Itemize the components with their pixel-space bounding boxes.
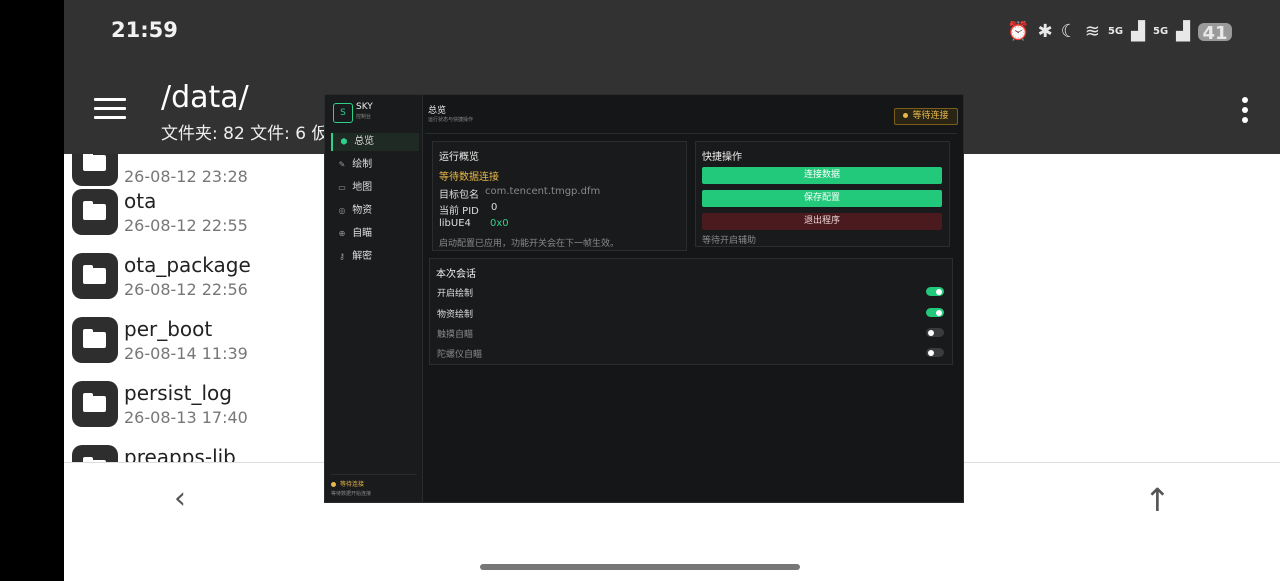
folder-icon	[72, 189, 118, 235]
file-date: 26-08-12 22:55	[124, 216, 248, 235]
toggle-label: 陀螺仪自瞄	[437, 350, 483, 360]
moon-icon: ☾	[1060, 21, 1077, 42]
file-name: preapps-lib	[124, 445, 236, 462]
folder-file-counts: 文件夹: 82 文件: 6 仮	[161, 124, 329, 144]
sidebar-item-label: 绘制	[352, 159, 373, 170]
file-date: 26-08-12 22:56	[124, 280, 248, 299]
wifi-icon: ≋	[1084, 21, 1100, 42]
alarm-icon: ⏰	[1007, 21, 1030, 42]
sidebar-item-label: 总览	[354, 136, 375, 147]
sidebar-status-text: 等待连接	[340, 481, 365, 488]
sidebar-item-aim[interactable]: ⊕ 自瞄	[331, 225, 417, 243]
pid-value: 0	[491, 202, 498, 213]
home-indicator[interactable]	[480, 564, 800, 570]
signal-1-icon: ▟	[1131, 21, 1145, 42]
back-arrow-icon[interactable]: ‹	[174, 481, 186, 516]
folder-icon	[72, 445, 118, 462]
sidebar-item-draw[interactable]: ✎ 绘制	[331, 156, 417, 174]
more-options-icon[interactable]	[1242, 97, 1248, 127]
session-title: 本次会话	[436, 269, 476, 280]
brand-name: SKY	[356, 102, 373, 112]
sidebar-item-label: 地图	[352, 182, 373, 193]
overlay-sidebar: S SKY 控制台 ⬢ 总览 ✎ 绘制 ▭ 地图 ◎ 物资 ⊕ 自瞄 ⚷ 解密 …	[325, 95, 423, 502]
file-date: 26-08-13 17:40	[124, 408, 248, 427]
status-bar: 21:59 ⏰ ✱ ☾ ≋ 5G ▟ 5G ▟ 41	[64, 0, 1280, 64]
ue4-label: libUE4	[439, 218, 471, 229]
touch-aim-toggle[interactable]	[926, 328, 944, 337]
page-title: 总览	[428, 106, 447, 116]
battery-icon: 41	[1198, 23, 1232, 44]
pkg-value: com.tencent.tmgp.dfm	[485, 186, 601, 197]
file-name: ota	[124, 189, 157, 213]
sidebar-item-label: 自瞄	[352, 228, 373, 239]
toggle-label: 物资绘制	[437, 310, 474, 320]
brush-icon: ✎	[338, 160, 346, 169]
status-time: 21:59	[111, 18, 178, 42]
session-card: 本次会话 开启绘制 物资绘制 触摸自瞄 陀螺仪自瞄	[429, 258, 953, 365]
items-draw-toggle[interactable]	[926, 308, 944, 317]
quick-note: 等待开启辅助	[702, 236, 757, 246]
file-name: persist_log	[124, 381, 232, 405]
overview-card: 运行概览 等待数据连接 目标包名 com.tencent.tmgp.dfm 当前…	[432, 141, 687, 251]
app-logo: S	[333, 103, 353, 123]
signal-2-icon: ▟	[1176, 21, 1190, 42]
toggle-label: 触摸自瞄	[437, 330, 474, 340]
sidebar-item-label: 物资	[352, 205, 373, 216]
status-icons: ⏰ ✱ ☾ ≋ 5G ▟ 5G ▟ 41	[1007, 20, 1232, 44]
current-path: /data/	[161, 80, 249, 115]
file-date: 26-08-14 11:39	[124, 344, 248, 363]
status-badge-text: 等待连接	[912, 111, 949, 121]
quick-actions-card: 快捷操作 连接数据 保存配置 退出程序 等待开启辅助	[695, 141, 950, 247]
toggle-label: 开启绘制	[437, 289, 474, 299]
key-icon: ⚷	[339, 252, 345, 261]
up-arrow-icon[interactable]: ↑	[1144, 481, 1171, 519]
overview-title: 运行概览	[439, 152, 479, 163]
folder-icon	[72, 253, 118, 299]
overlay-window: S SKY 控制台 ⬢ 总览 ✎ 绘制 ▭ 地图 ◎ 物资 ⊕ 自瞄 ⚷ 解密 …	[324, 94, 964, 503]
signal-2-label: 5G	[1152, 26, 1169, 37]
folder-icon	[72, 317, 118, 363]
divider	[425, 133, 957, 134]
sidebar-status-sub: 等待数据开始连接	[331, 491, 372, 497]
connection-status: 等待数据连接	[439, 172, 499, 183]
eye-icon: ◎	[338, 206, 346, 215]
status-dot-icon	[331, 482, 336, 487]
connect-button[interactable]: 连接数据	[702, 167, 942, 184]
file-name: ota_package	[124, 253, 251, 277]
sidebar-item-map[interactable]: ▭ 地图	[331, 179, 417, 197]
sidebar-item-items[interactable]: ◎ 物资	[331, 202, 417, 220]
folder-icon	[72, 381, 118, 427]
pid-label: 当前 PID	[439, 206, 479, 217]
config-note: 启动配置已应用，功能开关会在下一帧生效。	[439, 239, 620, 249]
sidebar-item-overview[interactable]: ⬢ 总览	[331, 133, 419, 151]
file-date: 26-08-12 23:28	[124, 167, 248, 186]
sidebar-item-label: 解密	[352, 251, 373, 262]
brand-subtitle: 控制台	[356, 114, 372, 120]
pkg-label: 目标包名	[439, 190, 479, 201]
exit-button[interactable]: 退出程序	[702, 213, 942, 230]
menu-icon[interactable]	[94, 98, 126, 120]
sidebar-status: 等待连接 等待数据开始连接	[331, 474, 417, 497]
file-name: per_boot	[124, 317, 213, 341]
crosshair-icon: ⊕	[338, 229, 346, 238]
bluetooth-icon: ✱	[1037, 21, 1053, 42]
ue4-value: 0x0	[490, 218, 509, 229]
folder-icon	[72, 154, 118, 186]
quick-actions-title: 快捷操作	[702, 152, 742, 163]
status-dot-icon	[903, 113, 909, 118]
status-badge: 等待连接	[894, 108, 958, 125]
hexagon-icon: ⬢	[340, 137, 348, 146]
sidebar-item-decrypt[interactable]: ⚷ 解密	[331, 248, 417, 266]
map-icon: ▭	[338, 183, 346, 192]
draw-toggle[interactable]	[926, 287, 944, 296]
gyro-aim-toggle[interactable]	[926, 348, 944, 357]
save-config-button[interactable]: 保存配置	[702, 190, 942, 207]
page-subtitle: 运行状态与快捷操作	[428, 117, 474, 123]
signal-1-label: 5G	[1107, 26, 1124, 37]
